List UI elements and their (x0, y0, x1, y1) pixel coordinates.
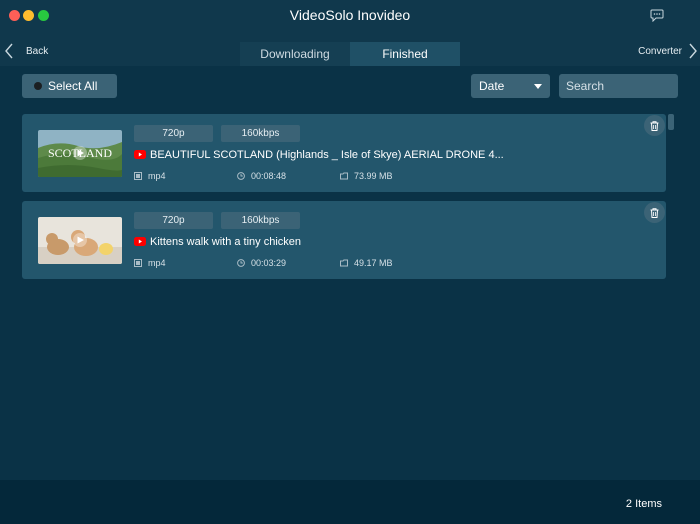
video-thumbnail[interactable] (38, 217, 122, 264)
trash-icon (650, 207, 659, 218)
select-all-label: Select All (48, 79, 98, 93)
kittens-thumbnail-image (38, 217, 122, 264)
resolution-badge: 720p (134, 125, 213, 142)
video-title: BEAUTIFUL SCOTLAND (Highlands _ Isle of … (150, 148, 504, 161)
video-title: Kittens walk with a tiny chicken (150, 235, 302, 248)
folder-icon (340, 172, 348, 180)
resolution-badge: 720p (134, 212, 213, 229)
film-icon (134, 172, 142, 180)
scrollbar-thumb[interactable] (668, 114, 674, 130)
format-value: mp4 (148, 258, 166, 268)
trash-icon (650, 120, 659, 131)
chevron-right-icon (689, 43, 697, 59)
youtube-icon (134, 237, 146, 246)
size-value: 49.17 MB (354, 258, 393, 268)
youtube-icon (134, 150, 146, 159)
back-label: Back (26, 45, 49, 57)
delete-button[interactable] (644, 115, 665, 136)
select-all-radio-icon (34, 82, 42, 90)
sort-dropdown[interactable]: Date (471, 74, 550, 98)
clock-icon (237, 259, 245, 267)
select-all-button[interactable]: Select All (22, 74, 117, 98)
sort-value: Date (479, 79, 505, 93)
toolbar: Select All Date (0, 66, 700, 106)
list-item[interactable]: 720p 160kbps Kittens walk with a tiny ch… (22, 201, 666, 279)
film-icon (134, 259, 142, 267)
chevron-left-icon (5, 43, 13, 59)
size-value: 73.99 MB (354, 171, 393, 181)
converter-label: Converter (638, 45, 682, 57)
finished-list: SCOTLAND 720p 160kbps BEAUTIFUL SCOTLAND… (22, 114, 666, 288)
tab-finished[interactable]: Finished (350, 42, 460, 66)
bitrate-badge: 160kbps (221, 212, 300, 229)
delete-button[interactable] (644, 202, 665, 223)
scotland-thumbnail-image: SCOTLAND (38, 130, 122, 177)
tab-downloading[interactable]: Downloading (240, 42, 350, 66)
caret-down-icon (534, 83, 542, 89)
list-item[interactable]: SCOTLAND 720p 160kbps BEAUTIFUL SCOTLAND… (22, 114, 666, 192)
bitrate-badge: 160kbps (221, 125, 300, 142)
folder-icon (340, 259, 348, 267)
status-bar: 2 Items (0, 480, 700, 524)
chat-bubble-icon[interactable] (650, 9, 664, 22)
items-count: 2 Items (625, 498, 662, 510)
duration-value: 00:08:48 (251, 171, 287, 181)
converter-button[interactable]: Converter (638, 42, 698, 60)
duration-value: 00:03:29 (251, 258, 287, 268)
title-bar: VideoSolo Inovideo Back Downloading Fini… (0, 0, 700, 66)
clock-icon (237, 172, 245, 180)
tab-bar: Downloading Finished (240, 42, 460, 66)
search-input[interactable] (559, 74, 678, 98)
app-title: VideoSolo Inovideo (289, 7, 411, 23)
format-value: mp4 (148, 171, 166, 181)
video-thumbnail[interactable]: SCOTLAND (38, 130, 122, 177)
back-button[interactable]: Back (4, 42, 48, 60)
